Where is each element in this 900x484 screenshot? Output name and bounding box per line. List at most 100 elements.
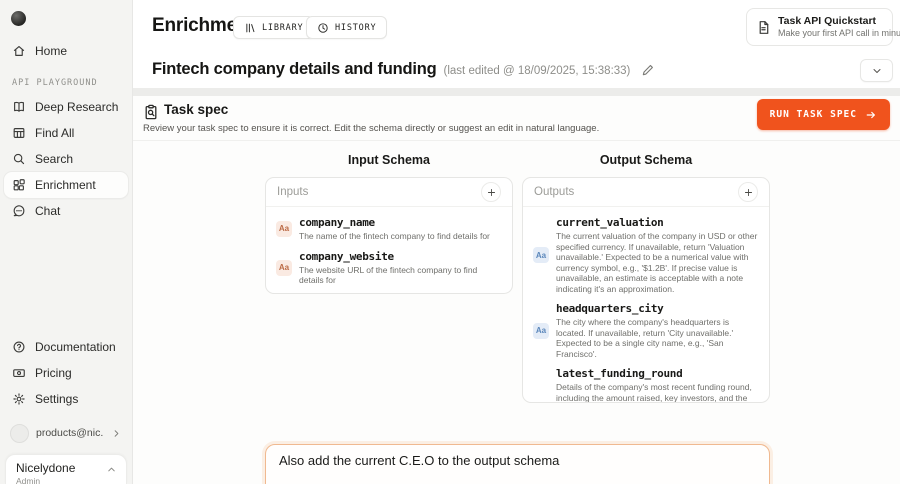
text-type-badge: Aa [276, 221, 292, 237]
clock-icon [317, 22, 329, 34]
sidebar-item-label: Find All [35, 126, 74, 140]
output-field-row[interactable]: Aa headquarters_city The city where the … [523, 298, 769, 363]
sidebar-item-label: Search [35, 152, 73, 166]
text-type-badge: Aa [533, 323, 549, 339]
sidebar-item-pricing[interactable]: Pricing [4, 360, 128, 386]
input-field-row[interactable]: Aa company_name The name of the fintech … [266, 212, 512, 246]
schema-edit-input[interactable]: Also add the current C.E.O to the output… [265, 444, 770, 484]
add-input-field-button[interactable] [481, 182, 501, 202]
last-edited-timestamp: (last edited @ 18/09/2025, 15:38:33) [444, 65, 631, 77]
sidebar-item-label: Enrichment [35, 178, 96, 192]
output-field-name: latest_funding_round [556, 367, 759, 380]
home-icon [12, 44, 26, 58]
run-task-spec-button[interactable]: RUN TASK SPEC [757, 99, 890, 130]
output-field-description: The current valuation of the company in … [556, 231, 759, 294]
task-spec-title: Task spec [164, 102, 228, 117]
sidebar-item-label: Home [35, 44, 67, 58]
output-field-row[interactable]: Aa current_valuation The current valuati… [523, 212, 769, 298]
output-field-name: current_valuation [556, 216, 759, 229]
inputs-card-header: Inputs [266, 178, 512, 207]
output-field-row[interactable]: Aa latest_funding_round Details of the c… [523, 363, 769, 403]
output-schema-card: Outputs Aa current_valuation The current… [522, 177, 770, 403]
document-icon [756, 20, 771, 35]
task-spec-panel: Task spec Review your task spec to ensur… [133, 96, 900, 484]
app-logo [11, 11, 26, 26]
sidebar-item-label: Chat [35, 204, 60, 218]
input-field-row[interactable]: Aa company_website The website URL of th… [266, 246, 512, 290]
output-field-description: Details of the company's most recent fun… [556, 382, 759, 403]
quickstart-text: Task API Quickstart Make your first API … [778, 15, 900, 40]
task-title-row: Fintech company details and funding (las… [152, 60, 655, 79]
enrichment-grid-icon [12, 178, 26, 192]
sidebar-item-deep-research[interactable]: Deep Research [4, 94, 128, 120]
org-role: Admin [16, 476, 116, 484]
inputs-list: Aa company_name The name of the fintech … [266, 207, 512, 294]
sidebar-item-label: Pricing [35, 366, 72, 380]
collapse-section-button[interactable] [860, 59, 893, 82]
banknote-icon [12, 366, 26, 380]
plus-icon [743, 187, 754, 198]
table-icon [12, 126, 26, 140]
input-field-description: The website URL of the fintech company t… [299, 265, 502, 286]
sidebar-item-settings[interactable]: Settings [4, 386, 128, 412]
quickstart-title: Task API Quickstart [778, 15, 900, 28]
task-api-quickstart-card[interactable]: Task API Quickstart Make your first API … [746, 8, 893, 46]
chevron-up-icon [106, 464, 117, 475]
outputs-list: Aa current_valuation The current valuati… [523, 207, 769, 403]
sidebar-item-label: Settings [35, 392, 78, 406]
section-divider [133, 88, 900, 96]
library-icon [244, 22, 256, 34]
quickstart-subtitle: Make your first API call in minutes [778, 28, 900, 40]
sidebar-item-enrichment[interactable]: Enrichment [4, 172, 128, 198]
sidebar-item-label: Deep Research [35, 100, 118, 114]
task-name: Fintech company details and funding [152, 60, 437, 79]
plus-icon [486, 187, 497, 198]
history-button-label: HISTORY [335, 23, 376, 33]
account-email: products@nic... [36, 427, 104, 439]
sidebar-item-label: Documentation [35, 340, 116, 354]
account-switcher[interactable]: products@nic... [6, 420, 126, 446]
add-output-field-button[interactable] [738, 182, 758, 202]
outputs-card-header: Outputs [523, 178, 769, 207]
pencil-edit-icon[interactable] [641, 63, 655, 77]
text-type-badge: Aa [533, 247, 549, 263]
chat-bubble-icon [12, 204, 26, 218]
org-name: Nicelydone [16, 461, 116, 475]
input-schema-card: Inputs Aa company_name The name of the f… [265, 177, 513, 294]
sidebar-item-search[interactable]: Search [4, 146, 128, 172]
schema-edit-input-value: Also add the current C.E.O to the output… [279, 453, 756, 468]
sidebar-item-documentation[interactable]: Documentation [4, 334, 128, 360]
chevron-down-icon [871, 65, 883, 77]
book-open-icon [12, 100, 26, 114]
library-button[interactable]: LIBRARY [233, 16, 314, 39]
input-schema-heading: Input Schema [265, 153, 513, 167]
sidebar-item-find-all[interactable]: Find All [4, 120, 128, 146]
sidebar-section-label: API PLAYGROUND [0, 78, 132, 88]
search-icon [12, 152, 26, 166]
sidebar-item-chat[interactable]: Chat [4, 198, 128, 224]
input-field-name: company_website [299, 250, 502, 263]
history-button[interactable]: HISTORY [306, 16, 387, 39]
output-field-name: headquarters_city [556, 302, 759, 315]
input-field-description: The name of the fintech company to find … [299, 231, 490, 242]
main-area: Enrichment LIBRARY HISTORY Task API Quic… [133, 0, 900, 484]
sidebar-item-home[interactable]: Home [4, 38, 128, 64]
chevron-right-icon [111, 428, 122, 439]
sidebar: Home API PLAYGROUND Deep Research Find A… [0, 0, 133, 484]
arrow-right-icon [865, 109, 877, 121]
account-avatar [10, 424, 29, 443]
sidebar-spacer [0, 224, 132, 334]
org-card[interactable]: Nicelydone Admin [5, 454, 127, 484]
output-field-description: The city where the company's headquarter… [556, 317, 759, 359]
task-spec-subtitle: Review your task spec to ensure it is co… [143, 123, 599, 134]
input-field-name: company_name [299, 216, 490, 229]
run-task-spec-label: RUN TASK SPEC [770, 109, 857, 120]
help-circle-icon [12, 340, 26, 354]
text-type-badge: Aa [276, 260, 292, 276]
outputs-card-title: Outputs [534, 186, 574, 198]
output-schema-heading: Output Schema [522, 153, 770, 167]
gear-icon [12, 392, 26, 406]
inputs-card-title: Inputs [277, 186, 308, 198]
library-button-label: LIBRARY [262, 23, 303, 33]
task-spec-header: Task spec Review your task spec to ensur… [133, 96, 900, 141]
